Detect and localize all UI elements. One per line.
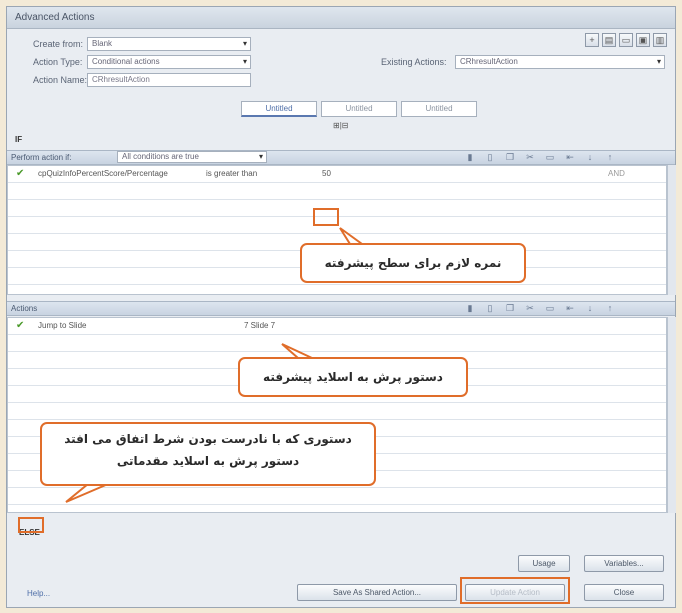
callout-pointers	[65, 227, 366, 503]
jump-advanced-callout: دستور پرش به اسلاید پیشرفته	[238, 357, 468, 397]
else-callout: دستوری که با نادرست بودن شرط اتفاق می اف…	[40, 422, 376, 486]
score-callout: نمره لازم برای سطح پیشرفته	[300, 243, 526, 283]
score-pointer	[339, 227, 366, 245]
jump-pointer	[281, 343, 313, 359]
else-callout-line1: دستوری که با نادرست بودن شرط اتفاق می اف…	[64, 432, 352, 446]
else-pointer	[65, 483, 109, 503]
else-callout-line2: دستور پرش به اسلاید مقدماتی	[116, 454, 300, 468]
